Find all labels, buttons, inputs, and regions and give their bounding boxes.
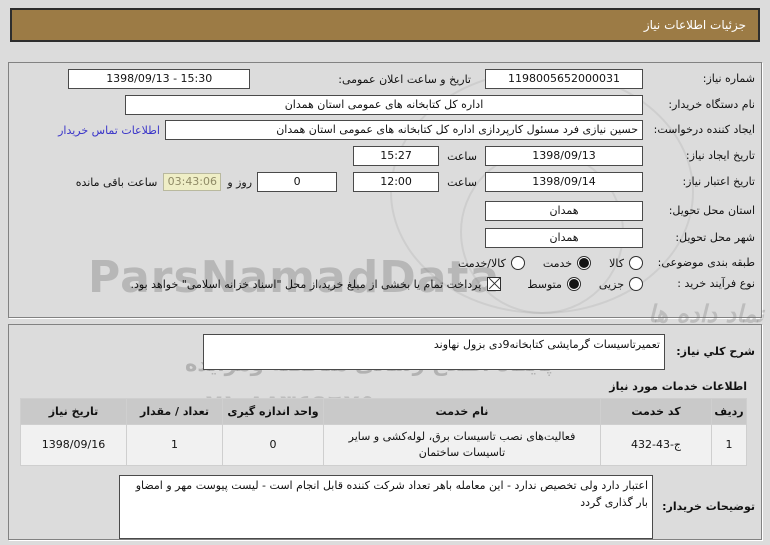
category-radio-goods[interactable] (629, 256, 643, 270)
buyer-notes-textarea[interactable]: اعتبار دارد ولی تخصیص ندارد - این معامله… (119, 475, 653, 539)
remaining-days-input[interactable]: 0 (257, 172, 337, 192)
create-hour-label: ساعت (447, 150, 477, 163)
need-number-input[interactable]: 1198005652000031 (485, 69, 643, 89)
category-row: طبقه بندی موضوعی: کالا خدمت کالا/خدمت (15, 256, 755, 270)
description-textarea[interactable]: تعمیرتاسیسات گرمایشی کتابخانه9دی بزول نه… (203, 334, 665, 370)
process-radio-minor[interactable] (629, 277, 643, 291)
category-radio-goods-service[interactable] (511, 256, 525, 270)
city-row: شهر محل تحویل: همدان (15, 228, 755, 248)
description-row: شرح کلي نياز: تعمیرتاسیسات گرمایشی کتابخ… (15, 334, 755, 370)
col-header-row-number: ردیف (712, 399, 746, 424)
need-number-row: شماره نیاز: 1198005652000031 تاریخ و ساع… (15, 69, 755, 89)
cell-quantity: 1 (127, 425, 222, 465)
process-option-medium-label: متوسط (527, 278, 562, 291)
create-date-row: تاریخ ایجاد نیاز: 1398/09/13 ساعت 15:27 (15, 146, 755, 166)
create-date-label: تاریخ ایجاد نیاز: (643, 149, 755, 163)
services-section-title: اطلاعات خدمات مورد نیاز (9, 380, 747, 393)
col-header-service-name: نام خدمت (324, 399, 600, 424)
creator-input[interactable]: حسین نیازی فرد مسئول کارپردازی اداره کل … (165, 120, 643, 140)
province-row: استان محل تحویل: همدان (15, 201, 755, 221)
page-title-bar: جزئیات اطلاعات نیاز (10, 8, 760, 42)
creator-row: ایجاد کننده درخواست: حسین نیازی فرد مسئو… (15, 120, 755, 140)
buyer-org-input[interactable]: اداره کل کتابخانه های عمومی استان همدان (125, 95, 643, 115)
province-input[interactable]: همدان (485, 201, 643, 221)
buyer-notes-label: توضیحات خریدار: (653, 500, 755, 514)
category-radio-service[interactable] (577, 256, 591, 270)
buyer-notes-row: توضیحات خریدار: اعتبار دارد ولی تخصیص ند… (15, 475, 755, 539)
cell-need-date: 1398/09/16 (21, 425, 126, 465)
col-header-unit: واحد اندازه گیری (223, 399, 323, 424)
category-label: طبقه بندی موضوعی: (643, 256, 755, 270)
category-option-service-label: خدمت (543, 257, 572, 270)
buyer-org-row: نام دستگاه خریدار: اداره کل کتابخانه های… (15, 95, 755, 115)
expire-date-row: تاریخ اعتبار نیاز: 1398/09/14 ساعت 12:00… (15, 172, 755, 192)
page-title: جزئیات اطلاعات نیاز (644, 18, 746, 32)
process-type-row: نوع فرآیند خرید : جزیی متوسط پرداخت تمام… (15, 277, 755, 291)
buyer-org-label: نام دستگاه خریدار: (643, 98, 755, 112)
city-input[interactable]: همدان (485, 228, 643, 248)
expire-time-input[interactable]: 12:00 (353, 172, 439, 192)
description-label: شرح کلي نياز: (665, 345, 755, 359)
hours-remaining-label: ساعت باقی مانده (76, 176, 158, 189)
need-details-page: { "title": "جزئیات اطلاعات نیاز", "color… (0, 0, 770, 545)
col-header-service-code: کد خدمت (601, 399, 711, 424)
cell-service-code: ج-43-432 (601, 425, 711, 465)
services-table: ردیف کد خدمت نام خدمت واحد اندازه گیری ت… (20, 398, 747, 466)
need-info-groupbox: شماره نیاز: 1198005652000031 تاریخ و ساع… (8, 62, 762, 318)
treasury-checkbox[interactable] (487, 277, 501, 291)
expire-date-label: تاریخ اعتبار نیاز: (643, 175, 755, 189)
category-option-goods-label: کالا (609, 257, 624, 270)
announce-datetime-input[interactable]: 1398/09/13 - 15:30 (68, 69, 250, 89)
city-label: شهر محل تحویل: (643, 231, 755, 245)
create-time-input[interactable]: 15:27 (353, 146, 439, 166)
col-header-quantity: تعداد / مقدار (127, 399, 222, 424)
days-and-label: روز و (227, 176, 252, 189)
countdown-timer: 03:43:06 (163, 173, 221, 191)
create-date-input[interactable]: 1398/09/13 (485, 146, 643, 166)
col-header-need-date: تاریخ نیاز (21, 399, 126, 424)
need-detail-groupbox: شرح کلي نياز: تعمیرتاسیسات گرمایشی کتابخ… (8, 324, 762, 540)
announce-label: تاریخ و ساعت اعلان عمومی: (338, 73, 471, 86)
cell-unit: 0 (223, 425, 323, 465)
services-table-header-row: ردیف کد خدمت نام خدمت واحد اندازه گیری ت… (21, 399, 746, 424)
services-table-row: 1 ج-43-432 فعالیت‌های نصب تاسیسات برق، ل… (21, 425, 746, 465)
cell-service-name: فعالیت‌های نصب تاسیسات برق، لوله‌کشی و س… (324, 425, 600, 465)
cell-row-number: 1 (712, 425, 746, 465)
process-option-minor-label: جزیی (599, 278, 624, 291)
category-option-goods-service-label: کالا/خدمت (458, 257, 506, 270)
expire-hour-label: ساعت (447, 176, 477, 189)
buyer-contact-link[interactable]: اطلاعات تماس خریدار (58, 124, 160, 137)
treasury-checkbox-label: پرداخت تمام یا بخشی از مبلغ خرید،از محل … (131, 278, 482, 291)
process-type-label: نوع فرآیند خرید : (643, 277, 755, 291)
creator-label: ایجاد کننده درخواست: (643, 123, 755, 137)
province-label: استان محل تحویل: (643, 204, 755, 218)
process-radio-medium[interactable] (567, 277, 581, 291)
expire-date-input[interactable]: 1398/09/14 (485, 172, 643, 192)
need-number-label: شماره نیاز: (643, 72, 755, 86)
